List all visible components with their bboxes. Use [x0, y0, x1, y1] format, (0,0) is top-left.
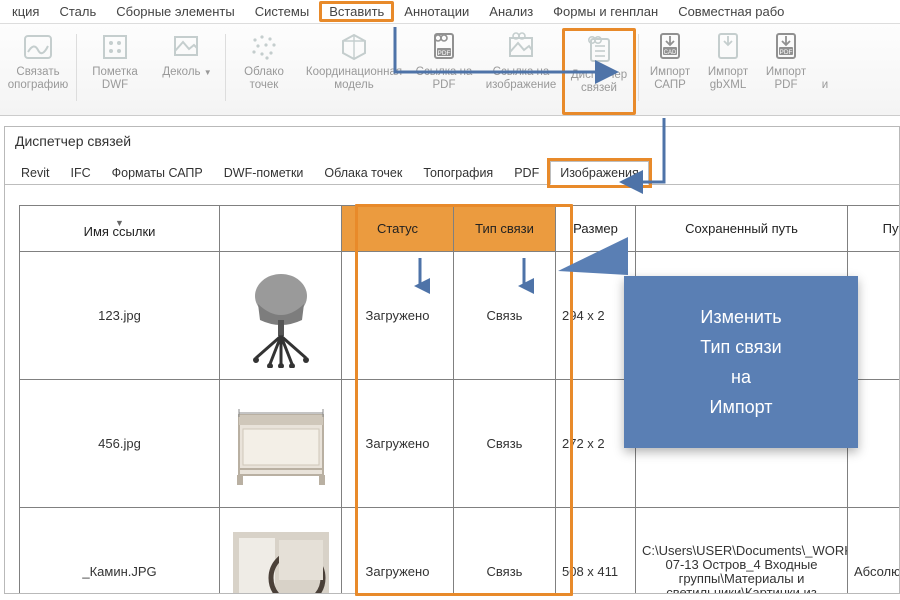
ribbon-label: ИмпортPDF — [766, 66, 806, 92]
ribbon-more[interactable]: и — [815, 28, 835, 115]
tab-ifc[interactable]: IFC — [60, 161, 100, 184]
ribbon-markup-dwf[interactable]: ПометкаDWF — [79, 28, 151, 115]
ribbon-pdf-link[interactable]: PDF Ссылка наPDF — [408, 28, 480, 115]
cell-status[interactable]: Загружено — [342, 508, 454, 594]
ribbon-image-link[interactable]: Ссылка наизображение — [480, 28, 562, 115]
col-link-type[interactable]: Тип связи — [454, 206, 556, 252]
thumb-chair-icon — [233, 262, 329, 370]
ribbon-label: Диспетчерсвязей — [571, 69, 627, 95]
link-topo-icon — [21, 30, 55, 64]
ribbon-label: Связатьопографию — [8, 66, 69, 92]
ribbon-label: ИмпортСАПР — [650, 66, 690, 92]
svg-text:CAD: CAD — [664, 50, 677, 56]
chevron-down-icon: ▼ — [204, 68, 212, 77]
menu-item-insert[interactable]: Вставить — [319, 1, 394, 22]
thumb-mirror-icon — [233, 518, 329, 594]
svg-text:PDF: PDF — [780, 49, 793, 56]
tab-point-clouds[interactable]: Облака точек — [314, 161, 412, 184]
cell-thumb — [220, 252, 342, 380]
col-status[interactable]: Статус — [342, 206, 454, 252]
cell-link-type[interactable]: Связь — [454, 380, 556, 508]
ribbon-coord-model[interactable]: Координационнаямодель — [300, 28, 408, 115]
cell-name[interactable]: 456.jpg — [20, 380, 220, 508]
ribbon-label: Ссылка наизображение — [486, 66, 557, 92]
pdf-link-icon: PDF — [427, 30, 461, 64]
point-cloud-icon — [247, 30, 281, 64]
cell-saved-path: C:\Users\USER\Documents\_WORK\2021\2021-… — [636, 508, 848, 594]
menu-item-steel[interactable]: Сталь — [49, 2, 106, 21]
cell-name[interactable]: _Камин.JPG — [20, 508, 220, 594]
ribbon-import-cad[interactable]: CAD ИмпортСАПР — [641, 28, 699, 115]
cell-name[interactable]: 123.jpg — [20, 252, 220, 380]
cell-link-type[interactable]: Связь — [454, 508, 556, 594]
callout-tail — [558, 237, 628, 275]
ribbon: Связатьопографию ПометкаDWF Деколь ▼ Обл… — [0, 24, 900, 116]
col-name[interactable]: ▼ Имя ссылки — [20, 206, 220, 252]
menu-item-annotate[interactable]: Аннотации — [394, 2, 479, 21]
svg-text:PDF: PDF — [438, 50, 451, 57]
import-gbxml-icon — [711, 30, 745, 64]
dialog-tabs: Revit IFC Форматы САПР DWF-пометки Облак… — [5, 157, 899, 185]
ribbon-label: и — [822, 66, 828, 92]
col-full-path[interactable]: Пут — [848, 206, 900, 252]
decal-icon — [170, 30, 204, 64]
col-saved-path[interactable]: Сохраненный путь — [636, 206, 848, 252]
link-manager-icon — [582, 33, 616, 67]
more-icon — [808, 30, 842, 64]
menu-item-analyze[interactable]: Анализ — [479, 2, 543, 21]
ribbon-label: Облакоточек — [244, 66, 284, 92]
cell-size: 508 x 411 — [556, 508, 636, 594]
callout-change-linktype: Изменить Тип связи на Импорт — [624, 276, 858, 448]
menu-item-precast[interactable]: Сборные элементы — [106, 2, 244, 21]
col-thumb[interactable] — [220, 206, 342, 252]
tab-images[interactable]: Изображения — [550, 161, 649, 185]
tab-revit[interactable]: Revit — [11, 161, 59, 184]
ribbon-decal[interactable]: Деколь ▼ — [151, 28, 223, 115]
menu-item-collab[interactable]: Совместная рабо — [668, 2, 794, 21]
cell-link-type[interactable]: Связь — [454, 252, 556, 380]
cell-status[interactable]: Загружено — [342, 252, 454, 380]
cell-status[interactable]: Загружено — [342, 380, 454, 508]
menu-item-massing[interactable]: Формы и генплан — [543, 2, 668, 21]
tab-cad-formats[interactable]: Форматы САПР — [102, 161, 213, 184]
image-link-icon — [504, 30, 538, 64]
tab-pdf[interactable]: PDF — [504, 161, 549, 184]
cell-thumb — [220, 380, 342, 508]
ribbon-label: Ссылка наPDF — [416, 66, 473, 92]
cell-thumb — [220, 508, 342, 594]
dialog-title: Диспетчер связей — [5, 127, 899, 157]
table-row[interactable]: _Камин.JPG Загружено Связь 508 x 411 C:\… — [20, 508, 900, 594]
ribbon-link-topo[interactable]: Связатьопографию — [2, 28, 74, 115]
ribbon-import-pdf[interactable]: PDF ИмпортPDF — [757, 28, 815, 115]
tab-topography[interactable]: Топография — [413, 161, 503, 184]
cell-full-path: Абсолю — [848, 508, 900, 594]
import-pdf-icon: PDF — [769, 30, 803, 64]
ribbon-label: ИмпортgbXML — [708, 66, 748, 92]
ribbon-point-cloud[interactable]: Облакоточек — [228, 28, 300, 115]
coord-model-icon — [337, 30, 371, 64]
menu-bar: кция Сталь Сборные элементы Системы Вста… — [0, 0, 900, 24]
ribbon-label: Деколь ▼ — [162, 66, 211, 79]
menu-item-systems[interactable]: Системы — [245, 2, 319, 21]
ribbon-label: Координационнаямодель — [306, 66, 402, 92]
tab-dwf-markups[interactable]: DWF-пометки — [214, 161, 314, 184]
menu-item-construction[interactable]: кция — [2, 2, 49, 21]
import-cad-icon: CAD — [653, 30, 687, 64]
ribbon-label: ПометкаDWF — [92, 66, 138, 92]
ribbon-import-gbxml[interactable]: ИмпортgbXML — [699, 28, 757, 115]
ribbon-link-manager[interactable]: Диспетчерсвязей — [562, 28, 636, 115]
markup-dwf-icon — [98, 30, 132, 64]
thumb-cabinet-icon — [233, 390, 329, 498]
